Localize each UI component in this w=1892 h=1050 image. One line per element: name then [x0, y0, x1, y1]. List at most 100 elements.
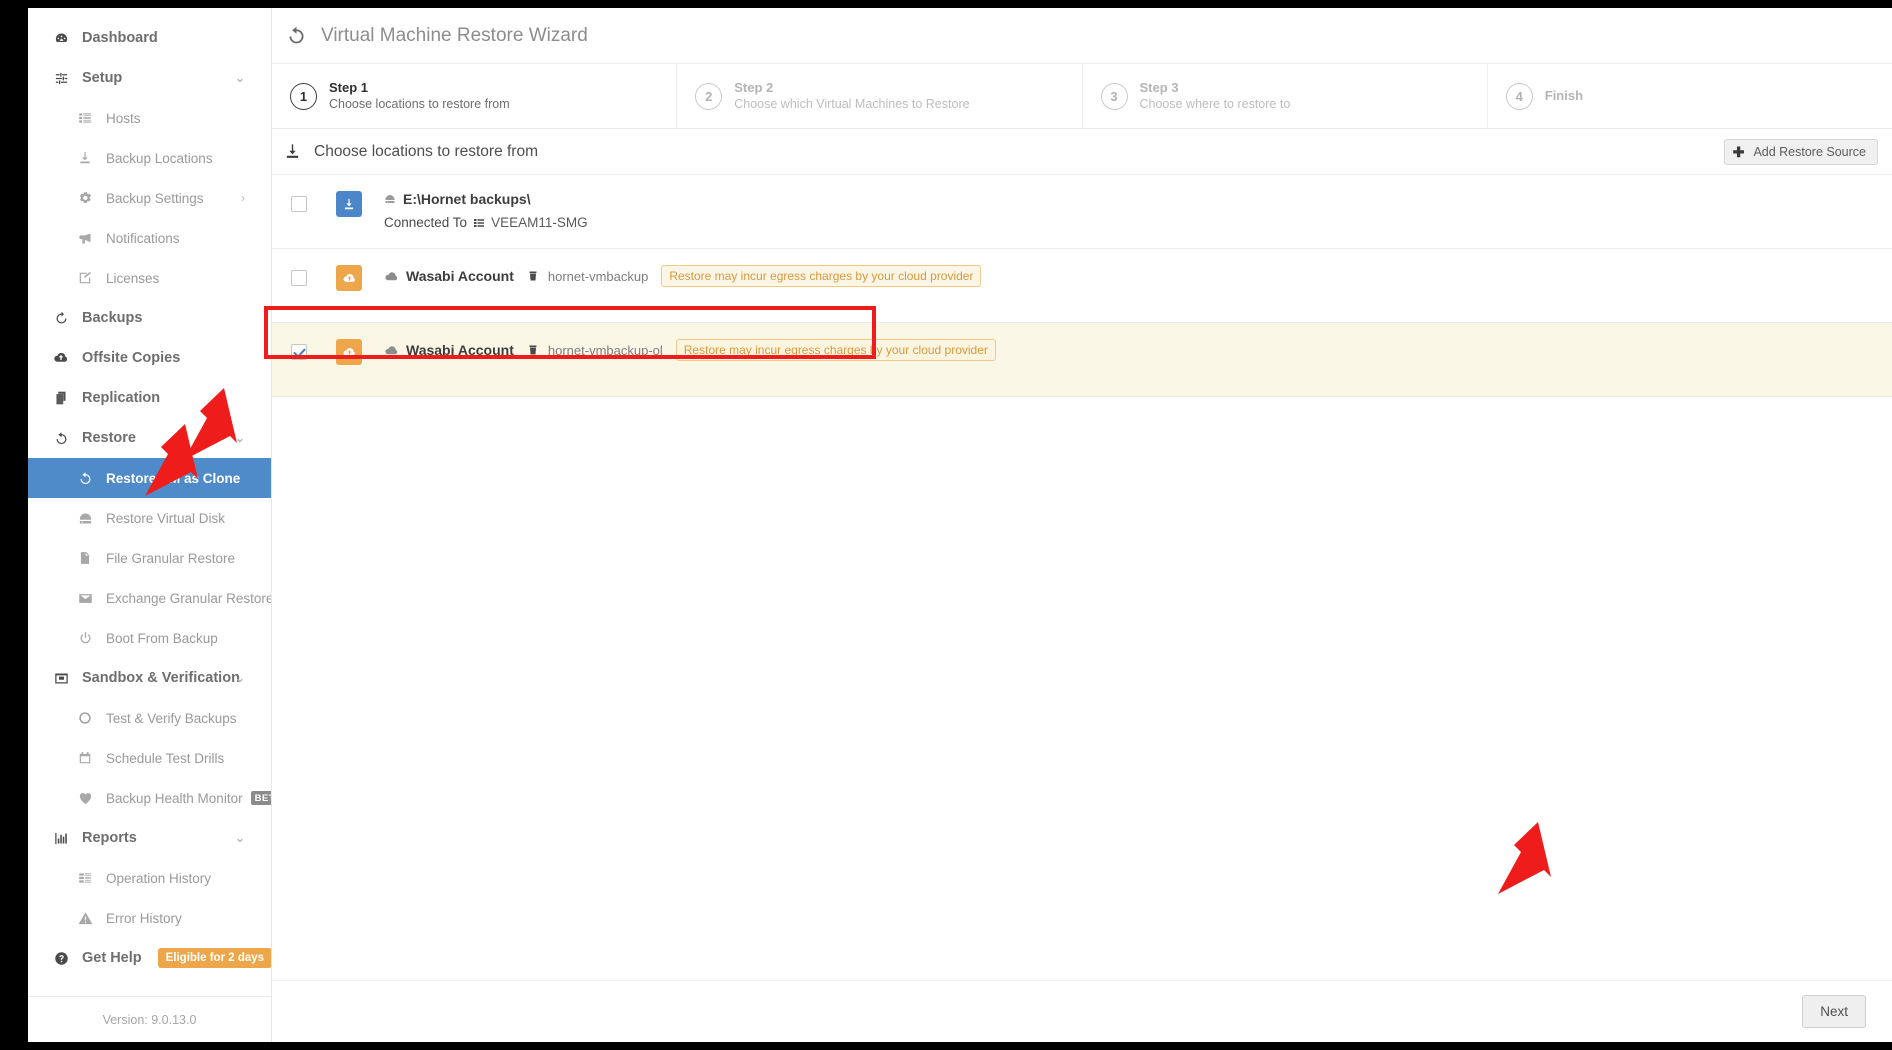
sidebar-item-offsite-copies[interactable]: Offsite Copies [28, 338, 271, 378]
section-toolbar: Choose locations to restore from ✚ Add R… [272, 129, 1892, 175]
sidebar-item-replication[interactable]: Replication [28, 378, 271, 418]
sidebar-item-label: Setup [82, 70, 123, 86]
wizard-step-3[interactable]: 3 Step 3 Choose where to restore to [1083, 64, 1488, 128]
sidebar-item-label: Test & Verify Backups [106, 710, 237, 726]
step-name: Finish [1544, 88, 1584, 104]
sidebar-item-notifications[interactable]: Notifications [28, 218, 271, 258]
sidebar-item-hosts[interactable]: Hosts [28, 98, 271, 138]
eligibility-badge[interactable]: Eligible for 2 days [157, 948, 271, 968]
wizard-title-bar: Virtual Machine Restore Wizard [272, 8, 1892, 64]
chevron-down-icon[interactable]: ⌄ [235, 672, 245, 684]
wizard-step-2[interactable]: 2 Step 2 Choose which Virtual Machines to … [677, 64, 1083, 128]
download-icon [284, 143, 301, 160]
egress-warning-badge: Restore may incur egress charges by your… [675, 339, 996, 361]
section-heading-label: Choose locations to restore from [314, 142, 538, 160]
sidebar-item-restore-virtual-disk[interactable]: Restore Virtual Disk [28, 498, 271, 538]
sidebar-item-label: Backup Health Monitor [106, 790, 243, 806]
restore-source-details: Wasabi Account hornet-vmbackup-ol Restore … [384, 339, 996, 361]
rows-icon [74, 871, 96, 885]
chevron-down-icon[interactable]: ⌄ [235, 432, 245, 444]
step-name: Step 2 [734, 80, 774, 96]
version-label: Version: 9.0.13.0 [102, 1012, 197, 1027]
restore-source-connection-line: Connected To VEEAM11-SMG [384, 215, 588, 230]
sidebar-item-backups[interactable]: Backups [28, 298, 271, 338]
sidebar-item-boot-from-backup[interactable]: Boot From Backup [28, 618, 271, 658]
copy-icon [50, 391, 72, 405]
sidebar-item-label: Backups [82, 310, 143, 326]
sidebar-item-operation-history[interactable]: Operation History [28, 858, 271, 898]
application-window: Dashboard Setup ⌄ Hosts Backup Locations Back… [28, 8, 1892, 1042]
add-restore-source-label: Add Restore Source [1753, 144, 1866, 159]
sidebar-item-error-history[interactable]: Error History [28, 898, 271, 938]
sidebar-item-label: Hosts [106, 110, 141, 126]
step-number-badge: 4 [1505, 82, 1533, 110]
sidebar-item-sandbox-verification[interactable]: Sandbox & Verification ⌄ [28, 658, 271, 698]
restore-source-title: E:\Hornet backups\ [403, 191, 531, 207]
egress-warning-badge: Restore may incur egress charges by your… [661, 265, 982, 287]
download-icon [74, 151, 96, 165]
sidebar-item-label: File Granular Restore [106, 550, 236, 566]
restore-icon [286, 25, 307, 46]
restore-icon [50, 431, 72, 446]
add-restore-source-button[interactable]: ✚ Add Restore Source [1723, 138, 1878, 165]
sidebar-item-exchange-granular-restore[interactable]: Exchange Granular Restore [28, 578, 271, 618]
next-button[interactable]: Next [1802, 995, 1866, 1028]
step-number-badge: 2 [695, 82, 723, 110]
circle-icon [74, 711, 96, 725]
sidebar-item-label: Sandbox & Verification [82, 670, 240, 686]
sidebar-item-schedule-test-drills[interactable]: Schedule Test Drills [28, 738, 271, 778]
restore-icon [74, 471, 96, 486]
sidebar-item-label: Get Help [82, 950, 142, 966]
bucket-name: hornet-vmbackup [547, 268, 649, 284]
sidebar-item-backup-locations[interactable]: Backup Locations [28, 138, 271, 178]
restore-source-title-line: Wasabi Account hornet-vmbackup Restore may… [384, 265, 982, 287]
restore-source-row[interactable]: Wasabi Account hornet-vmbackup-ol Restore … [272, 323, 1892, 397]
sidebar-item-label: Offsite Copies [82, 350, 181, 366]
restore-source-checkbox[interactable] [291, 270, 307, 286]
cloud-upload-icon [50, 350, 72, 366]
sidebar-item-label: Reports [82, 830, 137, 846]
sidebar-item-get-help[interactable]: Get Help Eligible for 2 days [28, 938, 271, 978]
sidebar-item-restore-vm-as-clone[interactable]: Restore VM as Clone [28, 458, 271, 498]
refresh-icon [50, 311, 72, 326]
step-name: Step 3 [1139, 80, 1179, 96]
power-icon [74, 631, 96, 646]
calendar-icon [74, 751, 96, 765]
wizard-step-4[interactable]: 4 Finish [1488, 64, 1892, 128]
sidebar-item-reports[interactable]: Reports ⌄ [28, 818, 271, 858]
chevron-right-icon[interactable]: › [241, 192, 245, 204]
sidebar-item-backup-health-monitor[interactable]: Backup Health Monitor BETA [28, 778, 271, 818]
sidebar-item-label: Backup Settings [106, 190, 204, 206]
question-icon [50, 951, 72, 966]
restore-source-row[interactable]: E:\Hornet backups\ Connected To VEEAM11-SM… [272, 175, 1892, 249]
restore-source-title: Wasabi Account [406, 342, 514, 358]
step-description: Choose locations to restore from [329, 97, 510, 112]
sidebar-item-file-granular-restore[interactable]: File Granular Restore [28, 538, 271, 578]
gears-icon [74, 191, 96, 206]
server-icon [473, 217, 485, 229]
restore-source-title-line: E:\Hornet backups\ [384, 191, 588, 207]
chevron-down-icon[interactable]: ⌄ [235, 72, 245, 84]
restore-source-checkbox[interactable] [291, 344, 307, 360]
file-icon [74, 551, 96, 565]
sidebar-item-licenses[interactable]: Licenses [28, 258, 271, 298]
disk-icon [74, 511, 96, 526]
restore-source-title-line: Wasabi Account hornet-vmbackup-ol Restore … [384, 339, 996, 361]
bucket-icon [527, 344, 539, 356]
wizard-footer: Next [272, 980, 1892, 1042]
sliders-icon [50, 71, 72, 86]
sidebar-item-setup[interactable]: Setup ⌄ [28, 58, 271, 98]
bucket-name: hornet-vmbackup-ol [547, 342, 663, 358]
sidebar-item-label: Dashboard [82, 30, 158, 46]
sidebar-version: Version: 9.0.13.0 [28, 996, 271, 1042]
sidebar-item-restore[interactable]: Restore ⌄ [28, 418, 271, 458]
sidebar-item-backup-settings[interactable]: Backup Settings › [28, 178, 271, 218]
chevron-down-icon[interactable]: ⌄ [235, 832, 245, 844]
restore-source-checkbox[interactable] [291, 196, 307, 212]
sidebar-item-dashboard[interactable]: Dashboard [28, 18, 271, 58]
step-number-badge: 1 [290, 82, 317, 110]
wizard-step-1[interactable]: 1 Step 1 Choose locations to restore from [272, 64, 678, 128]
restore-source-row[interactable]: Wasabi Account hornet-vmbackup Restore may… [272, 249, 1892, 323]
sidebar-item-test-verify-backups[interactable]: Test & Verify Backups [28, 698, 271, 738]
restore-source-list: E:\Hornet backups\ Connected To VEEAM11-SM… [272, 175, 1892, 980]
